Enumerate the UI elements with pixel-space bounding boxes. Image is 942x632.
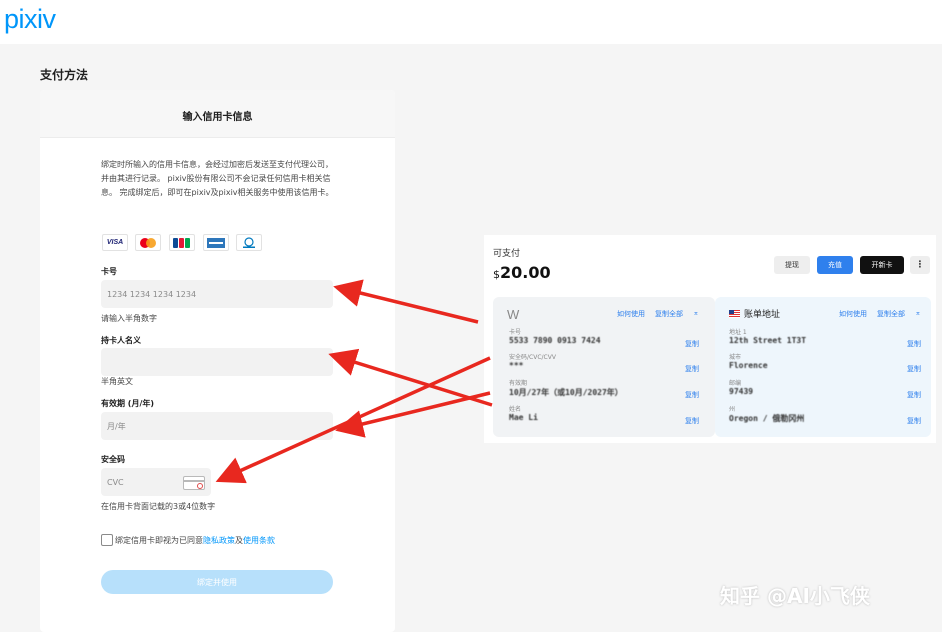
copy-state-button[interactable]: 复制 xyxy=(907,416,921,426)
zip-value: 97439 xyxy=(729,387,754,396)
form-title: 输入信用卡信息 xyxy=(182,112,253,123)
agreement-and: 及 xyxy=(235,535,243,545)
address-collapse-icon[interactable]: ⌅ xyxy=(915,309,921,317)
agree-checkbox[interactable] xyxy=(101,534,113,546)
copy-name-button[interactable]: 复制 xyxy=(685,416,699,426)
address-field-label: 城市 xyxy=(729,354,742,361)
pixiv-logo[interactable]: pixiv xyxy=(4,4,56,35)
withdraw-button[interactable]: 提现 xyxy=(774,256,810,274)
credit-card-form: 输入信用卡信息 绑定时所输入的信用卡信息，会经过加密后发送至支付代理公司，并由其… xyxy=(40,90,395,632)
cardholder-label: 持卡人名义 xyxy=(101,336,141,345)
page-title: 支付方法 xyxy=(40,68,89,82)
card-back-icon xyxy=(183,476,205,490)
currency-symbol: $ xyxy=(493,268,500,281)
encryption-notice: 绑定时所输入的信用卡信息，会经过加密后发送至支付代理公司，并由其进行记录。 pi… xyxy=(101,160,334,197)
amex-icon xyxy=(203,234,229,251)
terms-of-use-link[interactable]: 使用条款 xyxy=(243,535,275,546)
copy-address-button[interactable]: 复制 xyxy=(907,339,921,349)
balance-value: 20.00 xyxy=(500,263,551,282)
diners-club-icon xyxy=(236,234,262,251)
zhihu-watermark: 知乎 @AI小飞侠 xyxy=(720,584,870,608)
billing-address-panel: 账单地址 如何使用 复制全部 ⌅ 地址 1 12th Street 1T3T 复… xyxy=(715,297,931,437)
state-value: Oregon / 俄勒冈州 xyxy=(729,414,805,423)
copy-cvc-button[interactable]: 复制 xyxy=(685,364,699,374)
balance-amount: $20.00 xyxy=(493,263,551,282)
cardholder-help: 半角英文 xyxy=(101,377,133,386)
card-field-label: 安全码/CVC/CVV xyxy=(509,354,556,361)
more-menu-icon[interactable]: ⋮ xyxy=(910,256,930,274)
cvc-help: 在信用卡背面记载的3或4位数字 xyxy=(101,502,216,511)
cvc-label: 安全码 xyxy=(101,455,125,464)
card-field-label: 有效期 xyxy=(509,380,528,387)
billing-address-label: 账单地址 xyxy=(744,310,781,320)
expiry-label: 有效期 (月/年) xyxy=(101,399,155,408)
new-card-button[interactable]: 开新卡 xyxy=(860,256,904,274)
copy-zip-button[interactable]: 复制 xyxy=(907,390,921,400)
agreement-row: 绑定信用卡即视为已同意 隐私政策 及 使用条款 xyxy=(101,534,275,546)
virtual-card-wallet: 可支付 $20.00 提现 充值 开新卡 ⋮ W 如何使用 复制全部 ⌅ 卡号 … xyxy=(484,235,936,443)
top-bar: pixiv xyxy=(0,0,942,44)
jcb-icon xyxy=(169,234,195,251)
card-brand-logo: W xyxy=(507,307,520,322)
address-field-label: 地址 1 xyxy=(729,329,747,336)
mastercard-icon xyxy=(135,234,161,251)
topup-button[interactable]: 充值 xyxy=(817,256,853,274)
address-copy-all-link[interactable]: 复制全部 xyxy=(877,309,905,319)
address-field-label: 邮编 xyxy=(729,380,742,387)
agreement-text: 绑定信用卡即视为已同意 xyxy=(115,535,203,545)
expiry-value: 10月/27年（或10月/2027年） xyxy=(509,388,623,397)
copy-expiry-button[interactable]: 复制 xyxy=(685,390,699,400)
balance-label: 可支付 xyxy=(493,249,521,259)
address-how-to-use-link[interactable]: 如何使用 xyxy=(839,309,867,319)
card-number-value: 5533 7890 0913 7424 xyxy=(509,336,601,345)
card-number-input[interactable]: 1234 1234 1234 1234 xyxy=(101,280,333,308)
cvc-value: *** xyxy=(509,361,524,370)
city-value: Florence xyxy=(729,361,768,370)
copy-card-number-button[interactable]: 复制 xyxy=(685,339,699,349)
address-field-label: 州 xyxy=(729,406,736,413)
card-copy-all-link[interactable]: 复制全部 xyxy=(655,309,683,319)
copy-city-button[interactable]: 复制 xyxy=(907,364,921,374)
card-field-label: 姓名 xyxy=(509,406,522,413)
card-number-help: 请输入半角数字 xyxy=(101,314,157,323)
cardholder-input[interactable] xyxy=(101,348,333,376)
expiry-input[interactable]: 月/年 xyxy=(101,412,333,440)
card-field-label: 卡号 xyxy=(509,329,522,336)
card-number-label: 卡号 xyxy=(101,267,117,276)
name-value: Mae Li xyxy=(509,413,538,422)
privacy-policy-link[interactable]: 隐私政策 xyxy=(203,535,235,546)
visa-icon: VISA xyxy=(102,234,128,251)
card-how-to-use-link[interactable]: 如何使用 xyxy=(617,309,645,319)
billing-address-title: 账单地址 xyxy=(729,307,780,320)
card-collapse-icon[interactable]: ⌅ xyxy=(693,309,699,317)
virtual-card-panel: W 如何使用 复制全部 ⌅ 卡号 5533 7890 0913 7424 复制 … xyxy=(493,297,715,437)
address-line-value: 12th Street 1T3T xyxy=(729,336,807,345)
bind-card-button[interactable]: 绑定并使用 xyxy=(101,570,333,594)
us-flag-icon xyxy=(729,309,740,318)
form-header: 输入信用卡信息 xyxy=(40,90,395,138)
